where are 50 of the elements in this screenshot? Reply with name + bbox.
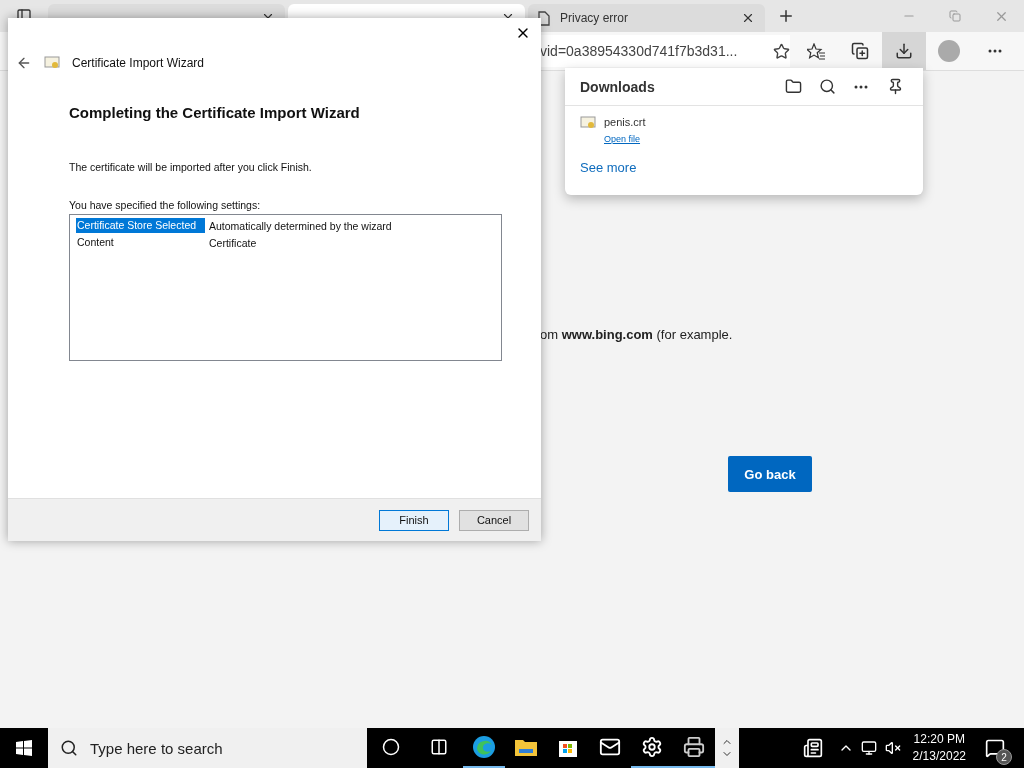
setting-name[interactable]: Certificate Store Selected (76, 218, 205, 233)
open-file-link[interactable]: Open file (604, 134, 641, 144)
mail-icon (599, 736, 621, 758)
collections-icon (851, 42, 869, 60)
settings-label: You have specified the following settings: (69, 199, 262, 211)
folder-icon (784, 78, 802, 95)
notification-count: 2 (996, 749, 1012, 765)
app-icon (683, 736, 705, 758)
browser-icon (472, 735, 496, 759)
windows-logo-icon (16, 740, 32, 756)
wizard-heading: Completing the Certificate Import Wizard (69, 104, 361, 121)
task-view-icon (430, 738, 448, 756)
downloads-button[interactable] (882, 32, 926, 70)
dialog-button[interactable]: Finish (379, 509, 449, 531)
clock[interactable]: 12:20 PM 2/13/2022 (904, 731, 974, 765)
add-favorite-icon[interactable] (773, 42, 790, 60)
certificate-icon (44, 56, 60, 70)
search-icon (818, 78, 836, 95)
panel-title: Downloads (580, 78, 656, 95)
restore-icon (949, 10, 961, 22)
settings-icon (641, 736, 663, 758)
folder-icon (514, 737, 538, 757)
search-icon (60, 739, 78, 757)
close-tab-icon[interactable] (741, 11, 755, 25)
download-icon (895, 42, 913, 60)
page-icon (538, 10, 550, 26)
volume-muted-icon (884, 740, 901, 756)
notifications-button[interactable]: 2 (978, 730, 1012, 766)
setting-name[interactable]: Content (76, 235, 205, 250)
page-text: om www.bing.com (for example. (540, 327, 734, 342)
intro-text: The certificate will be imported after you click Finish. (69, 161, 313, 173)
certificate-file-icon (580, 116, 596, 130)
news-icon (802, 738, 823, 758)
setting-value: Certificate (209, 236, 257, 249)
dialog-title: Certificate Import Wizard (72, 56, 205, 70)
search-field[interactable]: Type here to search (48, 728, 367, 768)
more-icon (854, 84, 868, 89)
setting-value: Automatically determined by the wizard (209, 219, 392, 232)
browser-tab[interactable]: Privacy error (528, 4, 765, 32)
see-more-link[interactable]: See more (580, 160, 908, 175)
circle-icon (382, 738, 400, 756)
file-name: penis.crt (604, 116, 646, 128)
back-icon[interactable] (16, 55, 32, 71)
favorites-icon (807, 42, 825, 60)
network-icon (860, 740, 877, 756)
avatar (938, 40, 960, 62)
go-back-button[interactable]: Go back (728, 456, 812, 492)
plus-icon (777, 7, 795, 25)
more-icon (988, 49, 1002, 53)
dialog-button[interactable]: Cancel (459, 509, 529, 531)
